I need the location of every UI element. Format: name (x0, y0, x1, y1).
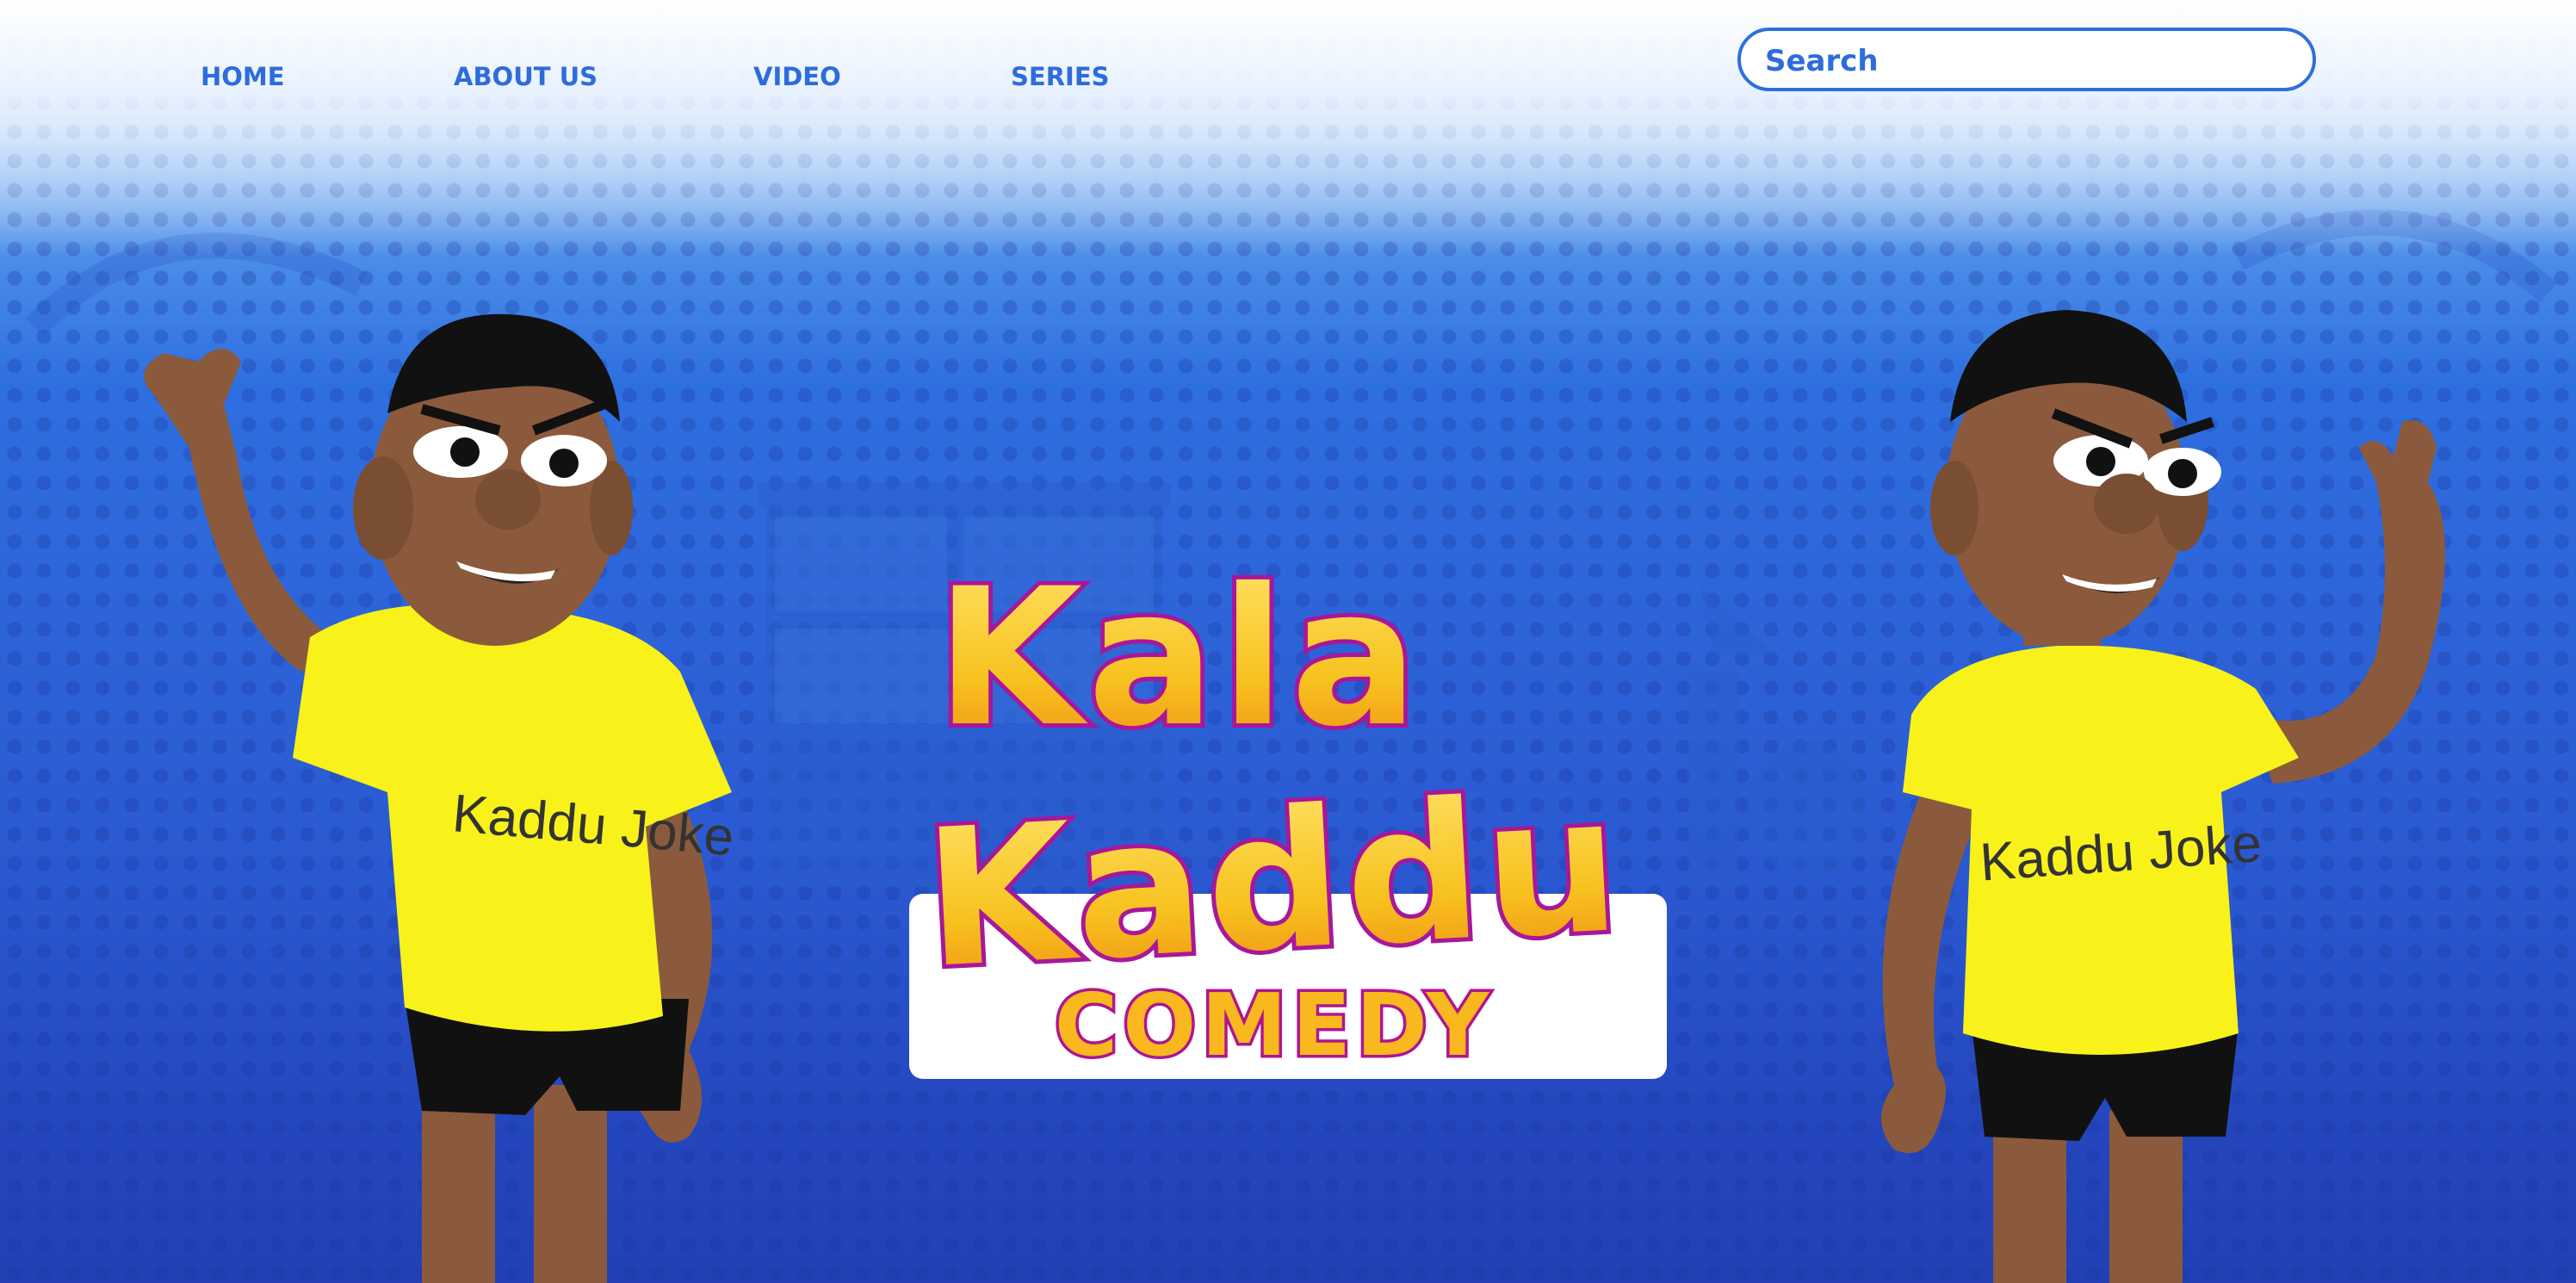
search-box[interactable] (1737, 28, 2316, 91)
search-input[interactable] (1763, 41, 2283, 81)
nav-about-us-link[interactable]: ABOUT US (454, 62, 598, 91)
logo-line-1: Kala (936, 548, 1424, 768)
logo-line-3: COMEDY (1055, 975, 1494, 1075)
logo-line-2: Kaddu (920, 753, 1628, 1010)
nav-video-link[interactable]: VIDEO (753, 62, 841, 91)
kala-kaddu-comedy-logo: Kala Kaddu COMEDY (915, 543, 1632, 1076)
nav-series-link[interactable]: SERIES (1011, 62, 1110, 91)
left-cartoon-character: Kaddu Joke (144, 313, 736, 1283)
right-cartoon-character: Kaddu Joke (1881, 310, 2445, 1283)
nav-home-link[interactable]: HOME (201, 62, 285, 91)
